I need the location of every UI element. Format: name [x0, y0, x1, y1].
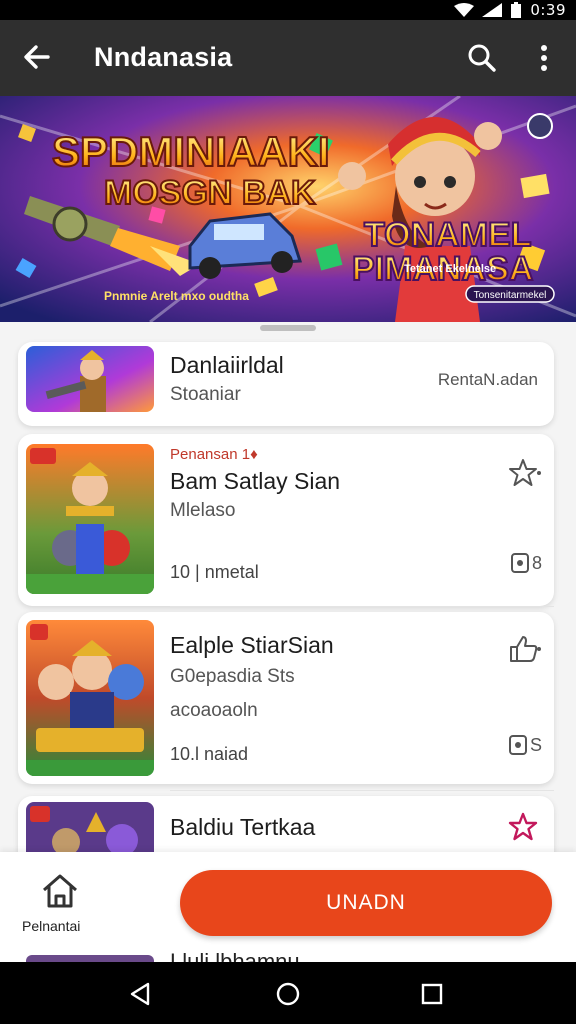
banner-headline-1: SPDMINIAAKI: [52, 128, 330, 175]
game-thumbnail: [26, 346, 154, 412]
banner-caption-right: Tetanet Ekelnelse: [404, 263, 496, 275]
item-tag: Penansan 1♦: [170, 446, 258, 463]
wifi-icon: [454, 3, 475, 17]
item-count: 8: [510, 552, 542, 574]
status-time: 0:39: [530, 1, 566, 19]
game-thumbnail: [26, 444, 154, 594]
nav-home-icon[interactable]: [274, 980, 302, 1008]
item-title: Bam Satlay Sian: [170, 468, 341, 494]
battery-icon: [511, 2, 522, 18]
item-meta: 10 | nmetal: [170, 562, 259, 582]
status-bar: 0:39: [0, 0, 576, 20]
status-icons: 0:39: [454, 0, 566, 20]
banner-caption-left: Pnmnie Arelt mxo oudtha: [104, 289, 249, 303]
ticket-icon: [508, 735, 527, 755]
primary-action-button[interactable]: UNADN: [180, 870, 552, 936]
item-subtitle: Stoaniar: [170, 384, 241, 405]
app-bar: Nndanasia: [0, 20, 576, 96]
list-item[interactable]: Ealple StiarSian G0epasdia Sts acoaoaoln…: [18, 612, 554, 784]
item-meta: 10.l naiad: [170, 744, 249, 764]
list-item[interactable]: Danlaiirldal Stoaniar RentaN.adan: [18, 342, 554, 426]
star-filled-icon[interactable]: [506, 812, 540, 842]
nav-recent-icon[interactable]: [418, 980, 446, 1008]
peek-title: Lluli lbhamnu: [170, 950, 320, 962]
system-nav-bar: [0, 962, 576, 1024]
arrow-back-icon[interactable]: [20, 40, 54, 74]
list-item[interactable]: Penansan 1♦ Bam Satlay Sian Mlelaso 10 |…: [18, 434, 554, 606]
item-title: Baldiu Tertkaa: [170, 814, 316, 840]
promo-banner[interactable]: SPDMINIAAKI MOSGN BAK Pnmnie Arelt mxo o…: [0, 96, 576, 322]
game-thumbnail: [26, 620, 154, 776]
bottom-action-bar: Pelnantai UNADN: [0, 852, 576, 962]
divider: [170, 606, 554, 607]
drag-handle[interactable]: [260, 325, 316, 331]
item-subtitle: Mlelaso: [170, 500, 236, 521]
item-count-value: S: [529, 734, 542, 755]
thumb-up-outline-icon[interactable]: [508, 634, 542, 664]
item-title: Danlaiirldal: [170, 352, 284, 378]
divider: [170, 790, 554, 791]
search-icon[interactable]: [466, 42, 498, 74]
page-title: Nndanasia: [94, 42, 233, 72]
star-outline-icon[interactable]: [508, 458, 542, 488]
home-label[interactable]: Pelnantai: [22, 918, 80, 934]
banner-headline-right-1: TONAMEL: [364, 216, 531, 254]
banner-artwork: SPDMINIAAKI MOSGN BAK Pnmnie Arelt mxo o…: [0, 96, 576, 322]
item-action-text[interactable]: RentaN.adan: [438, 370, 538, 390]
banner-chip[interactable]: Tonsenitarmekel: [474, 290, 547, 301]
more-vert-icon[interactable]: [530, 42, 558, 74]
item-count: S: [508, 734, 542, 756]
item-subtitle: G0epasdia Sts: [170, 666, 295, 687]
ticket-icon: [510, 553, 529, 573]
nav-back-icon[interactable]: [126, 980, 154, 1008]
screen: 0:39 Nndanasia SPDMINIAAKI MOSGN BAK Pnm…: [0, 0, 576, 1024]
item-title: Ealple StiarSian: [170, 632, 334, 658]
home-icon[interactable]: [40, 872, 80, 910]
item-subtitle-2: acoaoaoln: [170, 700, 258, 721]
signal-icon: [482, 3, 503, 17]
item-count-value: 8: [531, 552, 542, 573]
banner-headline-2: MOSGN BAK: [104, 174, 316, 212]
